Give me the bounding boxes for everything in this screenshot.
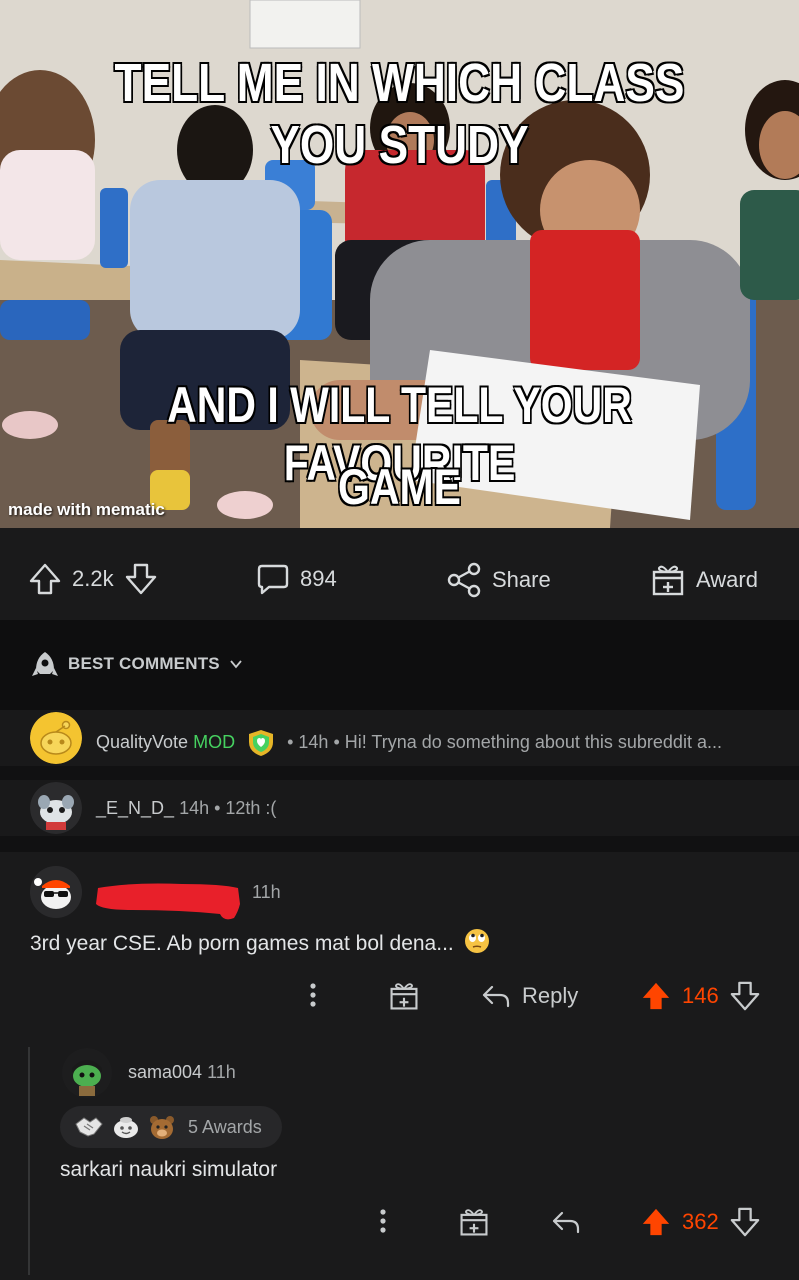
mematic-watermark: made with mematic <box>8 500 165 519</box>
upvote-filled-icon[interactable] <box>640 1206 672 1238</box>
brown-bear-award-icon <box>150 1116 174 1139</box>
comment-bubble-icon <box>257 564 289 595</box>
more-options-button[interactable] <box>304 980 322 1010</box>
comment-preview: 14h • 12th :( <box>179 798 277 818</box>
downvote-icon[interactable] <box>124 562 158 596</box>
reply-actions: 362 <box>0 1206 799 1246</box>
comment-meta: QualityVote MOD • 14h • Hi! Tryna do som… <box>96 728 722 758</box>
avatar <box>62 1048 112 1098</box>
upvote-filled-icon[interactable] <box>640 980 672 1012</box>
reply-time: 11h <box>207 1062 236 1082</box>
reply-arrow-icon <box>482 985 510 1008</box>
comment-meta: _E_N_D_ 14h • 12th :( <box>96 798 276 819</box>
award-comment-button[interactable] <box>388 980 420 1012</box>
reply-score: 362 <box>682 1209 719 1234</box>
collapsed-comment-end[interactable]: _E_N_D_ 14h • 12th :( <box>0 780 799 836</box>
reply-button[interactable]: Reply <box>480 980 578 1012</box>
reply-button[interactable] <box>550 1206 582 1238</box>
more-vertical-icon <box>310 983 316 1007</box>
comment-score: 146 <box>682 983 719 1008</box>
sort-label: BEST COMMENTS <box>68 654 220 673</box>
comment-actions: Reply 146 <box>0 980 799 1020</box>
avatar <box>30 782 82 834</box>
username[interactable]: QualityVote <box>96 732 188 752</box>
mod-shield-icon <box>249 730 274 756</box>
gift-icon <box>390 983 418 1010</box>
reply-label: Reply <box>522 983 579 1008</box>
comment-preview: • 14h • Hi! Tryna do something about thi… <box>287 731 722 752</box>
collapsed-comment-quality-vote[interactable]: QualityVote MOD • 14h • Hi! Tryna do som… <box>0 710 799 766</box>
downvote-icon[interactable] <box>729 1206 761 1238</box>
mod-flair: MOD <box>193 731 236 752</box>
reply-meta: sama004 11h <box>128 1062 236 1083</box>
comment-text: 3rd year CSE. Ab porn games mat bol dena… <box>30 932 454 955</box>
eye-roll-emoji-icon <box>464 929 489 953</box>
downvote-icon[interactable] <box>729 980 761 1012</box>
awards-pill[interactable]: 5 Awards <box>60 1106 282 1148</box>
share-button[interactable]: Share <box>446 562 551 598</box>
more-options-button[interactable] <box>374 1206 392 1236</box>
awards-count: 5 Awards <box>188 1116 262 1137</box>
vote-count: 2.2k <box>72 566 114 591</box>
post-action-bar: 2.2k 894 Share Award <box>0 528 799 620</box>
reply-vote-group: 362 <box>640 1206 761 1238</box>
redacted-username <box>96 883 240 920</box>
comment-vote-group: 146 <box>640 980 761 1012</box>
username[interactable]: _E_N_D_ <box>96 798 174 818</box>
share-label: Share <box>492 567 551 592</box>
comment-thread: 11h 3rd year CSE. Ab porn games mat bol … <box>0 852 799 1280</box>
more-vertical-icon <box>380 1209 386 1233</box>
award-label: Award <box>696 567 758 592</box>
upvote-icon[interactable] <box>28 562 62 596</box>
vote-group: 2.2k <box>28 562 158 596</box>
comment-body: 3rd year CSE. Ab porn games mat bol dena… <box>30 928 490 956</box>
meme-top-caption: TELL ME IN WHICH CLASS YOU STUDY <box>114 52 686 176</box>
rocket-icon <box>32 652 58 676</box>
chevron-down-icon <box>230 660 242 669</box>
reply-arrow-icon <box>552 1211 580 1234</box>
award-button[interactable]: Award <box>650 562 758 598</box>
gift-icon <box>652 565 684 596</box>
avatar <box>30 866 82 918</box>
meme-bottom-caption: GAME <box>337 458 462 516</box>
comment-count: 894 <box>300 566 337 591</box>
comment-sort-bar[interactable]: BEST COMMENTS <box>0 620 799 710</box>
gift-icon <box>460 1209 488 1236</box>
post-image[interactable]: TELL ME IN WHICH CLASS YOU STUDY AND I W… <box>0 0 799 528</box>
wholesome-award-icon <box>114 1117 138 1138</box>
comments-button[interactable]: 894 <box>256 562 337 596</box>
username[interactable]: sama004 <box>128 1062 202 1082</box>
handshake-award-icon <box>75 1117 103 1137</box>
avatar <box>30 712 82 764</box>
reply-body: sarkari naukri simulator <box>60 1158 278 1181</box>
comment-time: 11h <box>252 882 281 902</box>
share-icon <box>447 562 481 598</box>
award-comment-button[interactable] <box>458 1206 490 1238</box>
